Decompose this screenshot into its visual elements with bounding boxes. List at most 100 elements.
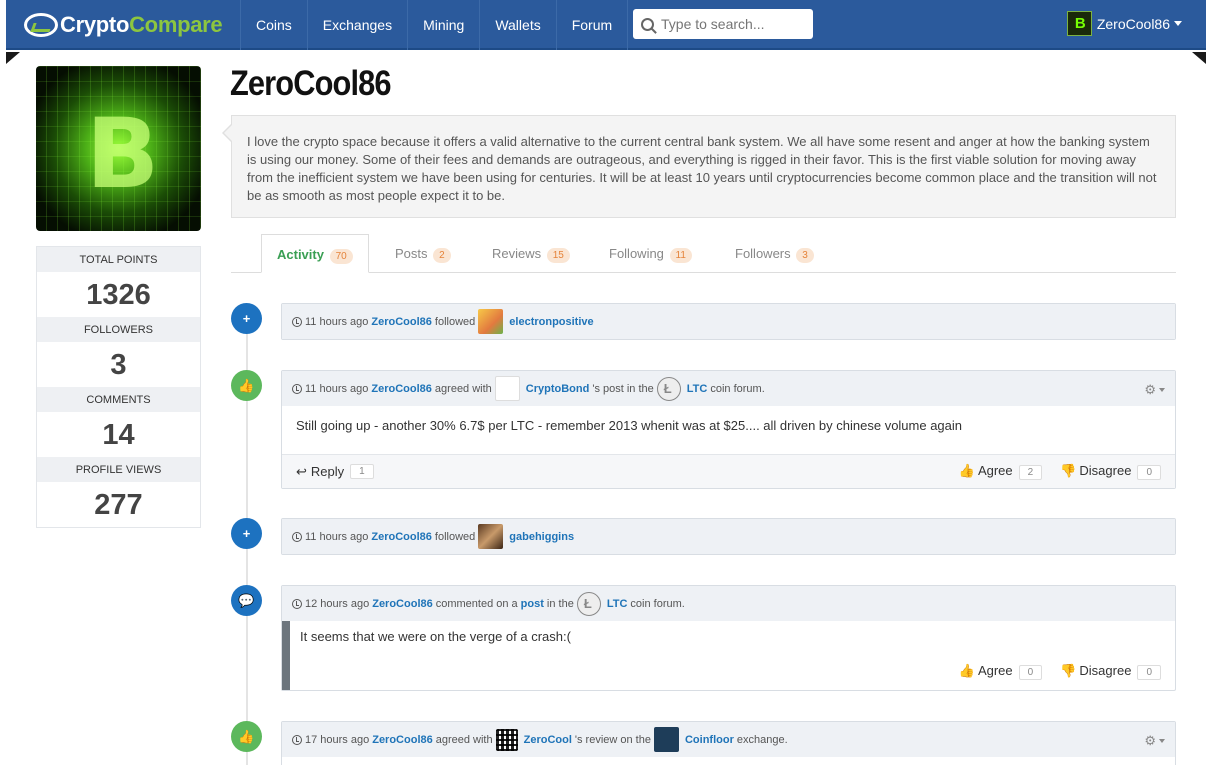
ltc-coin-icon[interactable] xyxy=(656,376,681,401)
stat-value-followers: 3 xyxy=(110,349,127,381)
nav-coins[interactable]: Coins xyxy=(240,0,307,50)
user-link[interactable]: ZeroCool86 xyxy=(371,531,432,543)
profile-username: ZeroCool86 xyxy=(230,64,392,103)
exchange-link[interactable]: Coinfloor xyxy=(685,734,734,746)
tab-count-badge: 11 xyxy=(669,248,692,263)
stat-value-total-points: 1326 xyxy=(86,279,151,311)
comment-icon: 💬 xyxy=(231,585,262,616)
profile-avatar: B xyxy=(36,66,201,231)
thumbs-up-icon: 👍 xyxy=(958,463,975,478)
stat-label-total-points: TOTAL POINTS xyxy=(37,247,200,272)
tab-reviews[interactable]: Reviews 15 xyxy=(492,234,570,273)
user-avatar-gabehiggins[interactable] xyxy=(478,524,504,549)
disagree-count: 0 xyxy=(1137,665,1161,680)
comment-body: It seems that we were on the verge of a … xyxy=(300,629,571,644)
stat-label-profile-views: PROFILE VIEWS xyxy=(37,457,200,482)
profile-stats: TOTAL POINTS 1326 FOLLOWERS 3 COMMENTS 1… xyxy=(36,246,201,528)
tab-following[interactable]: Following 11 xyxy=(609,234,692,273)
disagree-button[interactable]: 👎 Disagree 0 xyxy=(1060,663,1161,680)
tab-count-badge: 70 xyxy=(329,249,353,264)
corner-decoration-left xyxy=(6,52,20,64)
corner-decoration-right xyxy=(1192,52,1206,64)
nav-forum[interactable]: Forum xyxy=(555,0,629,50)
agree-count: 0 xyxy=(1018,665,1043,680)
stat-label-followers: FOLLOWERS xyxy=(37,317,200,342)
clock-icon xyxy=(292,598,302,609)
caret-down-icon xyxy=(1159,388,1165,392)
tab-activity[interactable]: Activity 70 xyxy=(261,234,369,273)
reply-button[interactable]: ↩ Reply xyxy=(296,464,344,480)
user-avatar-electronpositive[interactable] xyxy=(478,309,504,334)
options-menu[interactable]: ⚙ xyxy=(1144,382,1165,398)
qr-code-icon[interactable] xyxy=(495,728,518,751)
agree-button[interactable]: 👍 Agree 0 xyxy=(958,663,1043,680)
tab-count-badge: 3 xyxy=(796,248,814,263)
tab-count-badge: 15 xyxy=(546,248,570,263)
gear-icon: ⚙ xyxy=(1144,382,1156,397)
thumbs-up-icon: 👍 xyxy=(231,370,262,401)
agree-count: 2 xyxy=(1018,465,1043,480)
thumbs-down-icon: 👎 xyxy=(1060,663,1077,678)
user-link[interactable]: ZeroCool86 xyxy=(372,598,433,610)
profile-bio: I love the crypto space because it offer… xyxy=(231,115,1176,218)
activity-item: 11 hours ago ZeroCool86 agreed with Cryp… xyxy=(281,370,1176,489)
logo-icon xyxy=(24,13,58,37)
ltc-coin-icon[interactable] xyxy=(576,591,601,616)
tab-count-badge: 2 xyxy=(433,248,451,263)
search-box xyxy=(633,9,813,39)
user-menu-name: ZeroCool86 xyxy=(1096,15,1170,32)
target-user-link[interactable]: gabehiggins xyxy=(509,531,574,543)
post-link[interactable]: post xyxy=(521,598,544,610)
user-link[interactable]: ZeroCool86 xyxy=(371,316,432,328)
options-menu[interactable]: ⚙ xyxy=(1144,733,1165,749)
stat-value-profile-views: 277 xyxy=(94,489,143,521)
reply-icon: ↩ xyxy=(296,463,307,479)
thumbs-down-icon: 👎 xyxy=(1060,463,1077,478)
stat-label-comments: COMMENTS xyxy=(37,387,200,412)
logo[interactable]: CryptoCompare xyxy=(24,11,223,39)
nav-mining[interactable]: Mining xyxy=(407,0,479,50)
activity-item: 11 hours ago ZeroCool86 followed electro… xyxy=(281,303,1176,340)
avatar xyxy=(1066,11,1092,36)
clock-icon xyxy=(292,734,302,745)
coinfloor-logo-icon[interactable] xyxy=(653,727,679,752)
user-link[interactable]: ZeroCool86 xyxy=(372,734,433,746)
target-user-link[interactable]: ZeroCool xyxy=(524,734,572,746)
comment-quote: It seems that we were on the verge of a … xyxy=(282,621,1175,690)
post-body: Still going up - another 30% 6.7$ per LT… xyxy=(296,418,963,433)
clock-icon xyxy=(292,316,302,327)
thumbs-up-icon: 👍 xyxy=(958,663,975,678)
clock-icon xyxy=(292,383,302,394)
tab-followers[interactable]: Followers 3 xyxy=(735,234,814,273)
reply-count: 1 xyxy=(350,464,374,479)
search-input[interactable] xyxy=(661,16,801,32)
caret-down-icon xyxy=(1174,21,1182,26)
thumbs-up-icon: 👍 xyxy=(231,721,262,752)
gear-icon: ⚙ xyxy=(1144,733,1156,748)
user-link[interactable]: ZeroCool86 xyxy=(371,383,432,395)
disagree-count: 0 xyxy=(1137,465,1161,480)
nav-wallets[interactable]: Wallets xyxy=(479,0,555,50)
user-plus-icon: + xyxy=(231,303,262,334)
target-user-link[interactable]: CryptoBond xyxy=(526,383,590,395)
target-user-link[interactable]: electronpositive xyxy=(509,316,593,328)
bitcoin-symbol: B xyxy=(86,98,160,210)
search-icon xyxy=(641,17,654,31)
nav-menu: Coins Exchanges Mining Wallets Forum xyxy=(240,0,629,50)
coin-link[interactable]: LTC xyxy=(687,383,708,395)
disagree-button[interactable]: 👎 Disagree 0 xyxy=(1060,463,1161,480)
stat-value-comments: 14 xyxy=(102,419,135,451)
user-plus-icon: + xyxy=(231,518,262,549)
cryptobond-logo-icon[interactable] xyxy=(494,376,520,401)
logo-text-a: Crypto xyxy=(60,12,130,37)
activity-item: 12 hours ago ZeroCool86 commented on a p… xyxy=(281,585,1176,691)
tab-posts[interactable]: Posts 2 xyxy=(395,234,451,273)
clock-icon xyxy=(292,531,302,542)
activity-item: 17 hours ago ZeroCool86 agreed with Zero… xyxy=(281,721,1176,765)
user-menu[interactable]: ZeroCool86 xyxy=(1066,11,1182,36)
logo-text-b: Compare xyxy=(129,12,223,37)
caret-down-icon xyxy=(1159,739,1165,743)
nav-exchanges[interactable]: Exchanges xyxy=(306,0,407,50)
coin-link[interactable]: LTC xyxy=(607,598,628,610)
agree-button[interactable]: 👍 Agree 2 xyxy=(958,463,1043,480)
